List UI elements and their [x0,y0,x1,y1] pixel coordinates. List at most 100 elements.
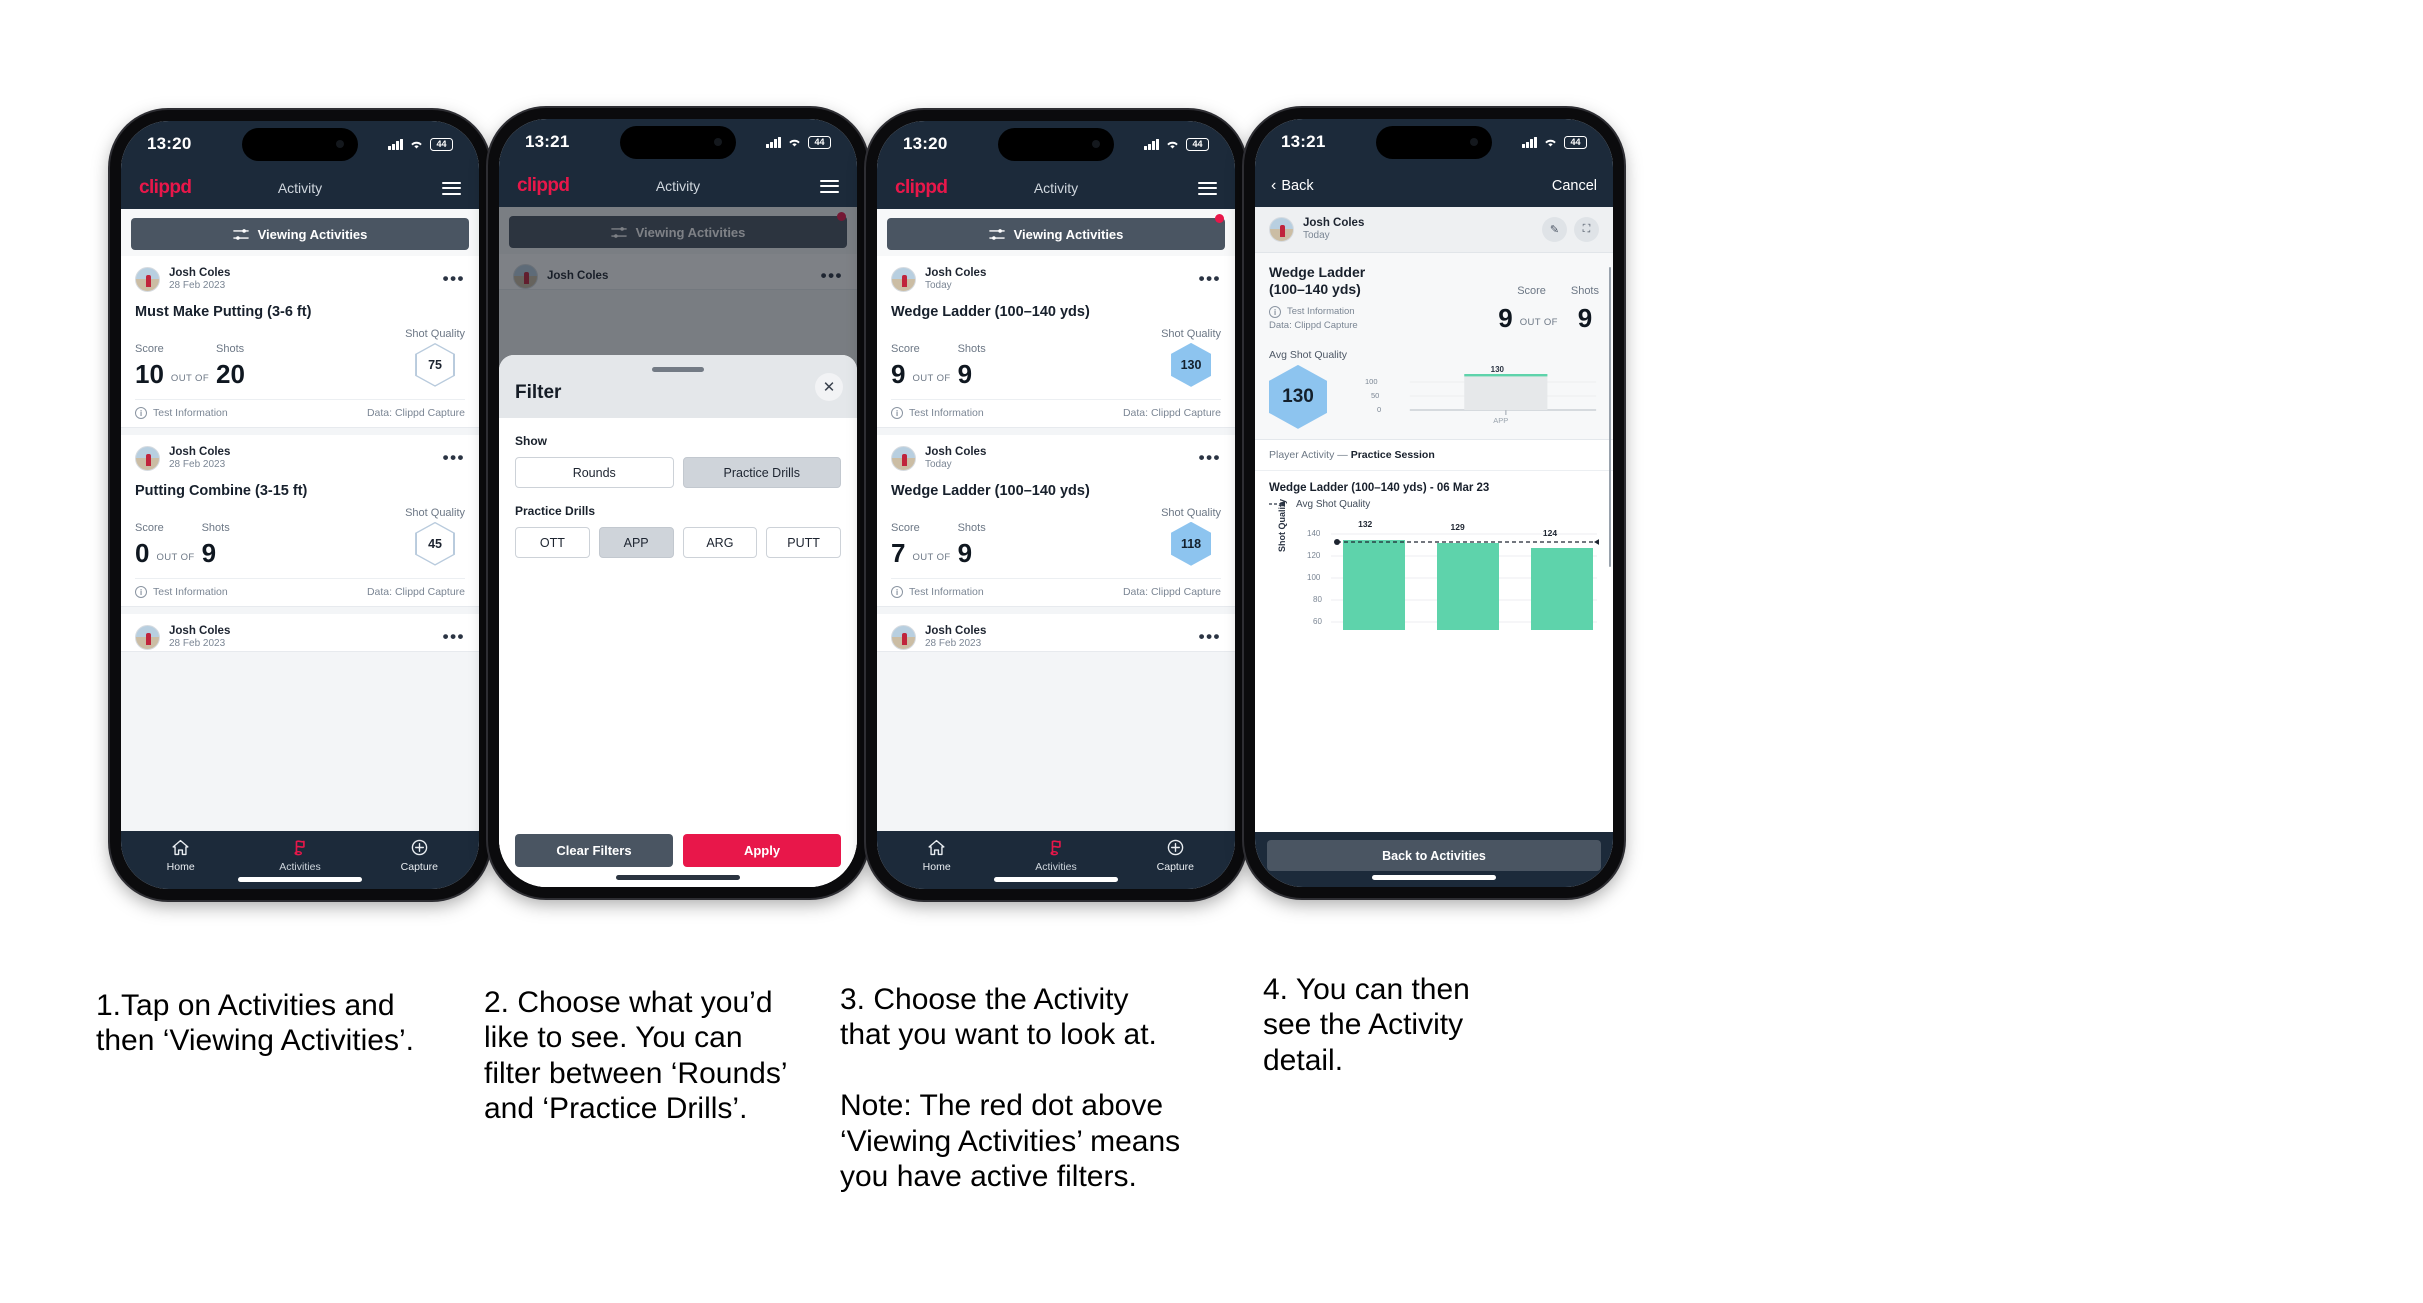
app-bar: clippd Activity [121,167,479,209]
shot-quality-hexagon: 130 [1171,342,1212,387]
clear-filters-label: Clear Filters [556,843,632,858]
activity-title: Wedge Ladder (100–140 yds) [891,303,1090,320]
card-stats: Score 10 OUT OF Shots 20 Shot Quality 75 [135,328,465,399]
expand-icon[interactable]: ⛶ [1574,216,1599,242]
data-source-label: Data: Clippd Capture [366,585,465,598]
activity-card[interactable]: Josh Coles 28 Feb 2023 ••• Must Make Put… [121,256,479,428]
activity-title: Putting Combine (3-15 ft) [135,482,308,499]
test-information-row: i Test Information [1269,305,1365,318]
filter-option-practice-drills[interactable]: Practice Drills [682,457,841,488]
session-chart-legend: Avg Shot Quality [1269,499,1599,510]
activity-detail: Josh Coles Today ✎ ⛶ Wedge Ladder (100–1… [1255,207,1613,832]
tab-home-label: Home [166,861,195,873]
app-bar: clippd Activity [499,165,857,207]
battery-icon: 44 [1186,137,1209,151]
avatar [135,624,160,650]
bar-label-2: 129 [1450,521,1465,532]
tab-capture[interactable]: Capture [360,838,479,873]
session-chart-card: Wedge Ladder (100–140 yds) - 06 Mar 23 A… [1255,470,1613,635]
menu-icon[interactable] [1198,181,1217,195]
shot-quality-block: Shot Quality 118 [1161,507,1221,566]
tab-home[interactable]: Home [121,838,240,873]
clippd-logo: clippd [139,177,192,198]
tab-activities[interactable]: Activities [240,838,359,873]
battery-icon: 44 [1564,135,1587,149]
cancel-button[interactable]: Cancel [1552,178,1597,194]
wifi-icon [1545,139,1556,147]
tab-home[interactable]: Home [877,838,996,873]
signal-icon [1144,138,1159,150]
clear-filters-button[interactable]: Clear Filters [515,834,673,867]
card-header: Josh Coles 28 Feb 2023 ••• [891,624,1221,651]
drill-option-app[interactable]: APP [598,527,674,558]
player-activity-prefix: Player Activity — [1269,448,1351,461]
more-options-icon[interactable]: ••• [443,449,465,466]
info-icon: i [135,406,147,419]
close-icon[interactable]: ✕ [815,373,843,401]
data-source-label: Data: Clippd Capture [366,406,465,419]
more-options-icon[interactable]: ••• [1199,628,1221,645]
more-options-icon[interactable]: ••• [443,270,465,287]
activity-date: Today [1303,230,1330,242]
show-options: Rounds Practice Drills [515,457,841,488]
avatar [135,266,160,292]
activity-card[interactable]: Josh Coles 28 Feb 2023 ••• Putting Combi… [121,434,479,607]
card-header: Josh Coles 28 Feb 2023 ••• [135,445,465,472]
menu-icon[interactable] [442,181,461,195]
activity-date: Today [925,459,952,471]
score-value: 9 [891,358,906,389]
caption-3: 3. Choose the Activity that you want to … [840,983,1181,1193]
status-indicators: 44 [1522,135,1587,149]
more-options-icon[interactable]: ••• [1199,270,1221,287]
ytick-80: 80 [1313,594,1322,604]
filter-bar-wrap: Viewing Activities [877,209,1235,256]
tutorial-board: 13:20 44 clippd Activity Viewing Activit… [0,0,2423,1303]
activity-card[interactable]: Josh Coles Today ••• Wedge Ladder (100–1… [877,256,1235,428]
drill-option-ott-label: OTT [539,535,565,550]
back-to-activities-button[interactable]: Back to Activities [1267,840,1601,871]
activity-card[interactable]: Josh Coles 28 Feb 2023 ••• [877,613,1235,652]
back-button[interactable]: ‹ Back [1271,177,1314,195]
info-icon: i [135,585,147,598]
filter-option-rounds[interactable]: Rounds [515,457,674,488]
menu-icon[interactable] [820,179,839,193]
status-bar: 13:21 44 [499,119,857,165]
notch [620,126,736,159]
modal-title: Filter [515,382,562,403]
mini-ytick-100: 100 [1365,376,1378,386]
tab-capture[interactable]: Capture [1116,838,1235,873]
drill-option-arg[interactable]: ARG [682,527,758,558]
avg-shot-quality-hexagon: 130 [1269,364,1327,429]
more-options-icon[interactable]: ••• [1199,449,1221,466]
activity-card[interactable]: Josh Coles 28 Feb 2023 ••• [121,613,479,652]
score-label: Score [135,521,164,534]
activity-card[interactable]: Josh Coles Today ••• Wedge Ladder (100–1… [877,434,1235,607]
mini-xtick-app: APP [1493,415,1509,425]
activity-title: Wedge Ladder (100–140 yds) [891,482,1090,499]
drill-option-putt[interactable]: PUTT [766,527,841,558]
shot-quality-hexagon: 75 [415,342,456,387]
shots-value: 9 [1577,302,1593,333]
scrollbar[interactable] [1608,267,1611,567]
drill-option-arg-label: ARG [706,535,734,550]
modal-body: Show Rounds Practice Drills Practice Dri… [499,418,857,822]
viewing-activities-button[interactable]: Viewing Activities [131,218,469,250]
drag-handle[interactable] [652,367,704,372]
activity-list: Viewing Activities Josh Coles Today ••• … [877,209,1235,831]
shot-quality-block: Shot Quality 130 [1161,328,1221,387]
avatar [135,445,160,471]
notch [998,128,1114,161]
viewing-activities-button[interactable]: Viewing Activities [887,218,1225,250]
pencil-icon[interactable]: ✎ [1542,216,1567,242]
ytick-140: 140 [1307,528,1321,538]
card-header: Josh Coles 28 Feb 2023 ••• [135,266,465,293]
shot-quality-value: 75 [428,357,442,372]
tab-activities[interactable]: Activities [996,838,1115,873]
apply-button[interactable]: Apply [683,834,841,867]
ytick-100: 100 [1307,572,1321,582]
clippd-logo: clippd [895,177,948,198]
drill-option-ott[interactable]: OTT [515,527,590,558]
mini-bar-label: 130 [1490,364,1504,374]
score-value: 0 [135,537,150,568]
more-options-icon[interactable]: ••• [443,628,465,645]
